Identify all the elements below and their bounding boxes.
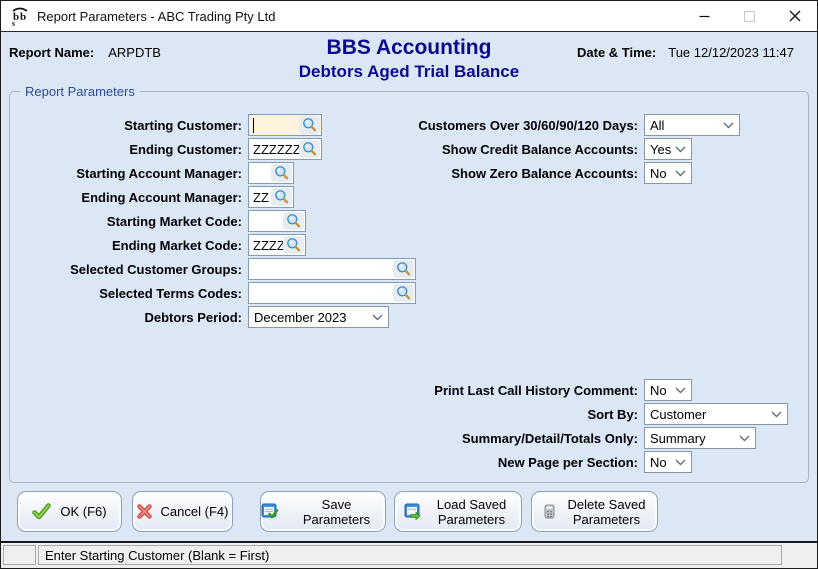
starting-market-code-search-icon[interactable] bbox=[283, 212, 304, 230]
ok-button[interactable]: OK (F6) bbox=[17, 491, 122, 532]
new-page-per-section-select[interactable]: No bbox=[644, 451, 692, 473]
debtors-period-label: Debtors Period: bbox=[144, 309, 242, 325]
datetime-label: Date & Time: bbox=[577, 45, 657, 60]
delete-icon bbox=[542, 503, 557, 520]
report-parameters-groupbox: Report Parameters Starting Customer: End… bbox=[9, 84, 809, 483]
show-zero-balance-select[interactable]: No bbox=[644, 162, 692, 184]
ending-account-manager-search-icon[interactable] bbox=[271, 188, 292, 206]
debtors-period-select[interactable]: December 2023 bbox=[248, 306, 389, 328]
show-credit-balance-label: Show Credit Balance Accounts: bbox=[442, 141, 638, 157]
sort-by-select[interactable]: Customer bbox=[644, 403, 788, 425]
delete-saved-parameters-button[interactable]: Delete Saved Parameters bbox=[531, 491, 658, 532]
svg-text:s: s bbox=[12, 19, 15, 27]
titlebar: b b s Report Parameters - ABC Trading Pt… bbox=[1, 1, 817, 32]
report-header: Report Name: ARPDTB BBS Accounting Debtor… bbox=[1, 33, 817, 91]
ending-market-code-search-icon[interactable] bbox=[283, 236, 304, 254]
selected-customer-groups-label: Selected Customer Groups: bbox=[70, 261, 242, 277]
datetime-value: Tue 12/12/2023 11:47 bbox=[668, 45, 795, 60]
customers-over-days-label: Customers Over 30/60/90/120 Days: bbox=[418, 117, 638, 133]
svg-text:b: b bbox=[20, 11, 26, 23]
summary-detail-totals-select[interactable]: Summary bbox=[644, 427, 756, 449]
minimize-button[interactable] bbox=[682, 1, 727, 31]
selected-terms-codes-input[interactable] bbox=[248, 282, 416, 304]
starting-customer-label: Starting Customer: bbox=[124, 117, 242, 133]
left-parameter-column: Starting Customer: Ending Customer: ZZZZ… bbox=[20, 113, 416, 329]
selected-terms-codes-label: Selected Terms Codes: bbox=[99, 285, 242, 301]
status-bar: Enter Starting Customer (Blank = First) bbox=[1, 541, 817, 568]
close-button[interactable] bbox=[772, 1, 817, 31]
groupbox-label: Report Parameters bbox=[20, 84, 140, 99]
page-title: Debtors Aged Trial Balance bbox=[298, 62, 520, 81]
print-last-call-history-label: Print Last Call History Comment: bbox=[434, 382, 638, 398]
save-icon bbox=[261, 503, 279, 520]
summary-detail-totals-label: Summary/Detail/Totals Only: bbox=[461, 430, 638, 446]
print-last-call-history-select[interactable]: No bbox=[644, 379, 692, 401]
selected-customer-groups-search-icon[interactable] bbox=[393, 260, 414, 278]
right-parameter-column-bottom: Print Last Call History Comment: No Sort… bbox=[416, 378, 788, 474]
starting-account-manager-input[interactable] bbox=[248, 162, 294, 184]
minimize-icon bbox=[699, 15, 710, 17]
selected-terms-codes-search-icon[interactable] bbox=[393, 284, 414, 302]
status-message: Enter Starting Customer (Blank = First) bbox=[38, 545, 782, 565]
right-parameter-column-top: Customers Over 30/60/90/120 Days: All Sh… bbox=[416, 113, 740, 185]
chevron-down-icon bbox=[719, 122, 734, 129]
ending-market-code-label: Ending Market Code: bbox=[111, 237, 242, 253]
starting-account-manager-search-icon[interactable] bbox=[271, 164, 292, 182]
chevron-down-icon bbox=[671, 146, 686, 153]
starting-market-code-input[interactable] bbox=[248, 210, 306, 232]
customers-over-days-select[interactable]: All bbox=[644, 114, 740, 136]
close-icon bbox=[789, 10, 800, 22]
button-bar: OK (F6) Cancel (F4) Save Parameters Load… bbox=[1, 489, 817, 535]
cancel-button[interactable]: Cancel (F4) bbox=[132, 491, 233, 532]
ending-customer-label: Ending Customer: bbox=[129, 141, 242, 157]
ending-market-code-input[interactable]: ZZZZ bbox=[248, 234, 306, 256]
show-zero-balance-label: Show Zero Balance Accounts: bbox=[451, 165, 638, 181]
status-left-panel bbox=[3, 545, 36, 565]
starting-market-code-label: Starting Market Code: bbox=[106, 213, 242, 229]
load-saved-parameters-button[interactable]: Load Saved Parameters bbox=[394, 491, 522, 532]
ending-account-manager-label: Ending Account Manager: bbox=[81, 189, 242, 205]
load-icon bbox=[404, 503, 422, 520]
datetime: Date & Time: Tue 12/12/2023 11:47 bbox=[577, 45, 807, 60]
x-icon bbox=[136, 504, 152, 519]
bbs-logo-icon: b b s bbox=[12, 7, 28, 27]
maximize-button[interactable] bbox=[727, 1, 772, 31]
save-parameters-button[interactable]: Save Parameters bbox=[260, 491, 386, 532]
new-page-per-section-label: New Page per Section: bbox=[497, 454, 638, 470]
starting-account-manager-label: Starting Account Manager: bbox=[76, 165, 242, 181]
ending-customer-search-icon[interactable] bbox=[299, 140, 320, 158]
window-title: Report Parameters - ABC Trading Pty Ltd bbox=[37, 8, 276, 24]
report-parameters-window: b b s Report Parameters - ABC Trading Pt… bbox=[0, 0, 818, 569]
chevron-down-icon bbox=[735, 435, 750, 442]
ending-account-manager-input[interactable]: ZZ bbox=[248, 186, 294, 208]
chevron-down-icon bbox=[671, 170, 686, 177]
chevron-down-icon bbox=[671, 387, 686, 394]
chevron-down-icon bbox=[671, 459, 686, 466]
ending-customer-input[interactable]: ZZZZZZ bbox=[248, 138, 322, 160]
starting-customer-input[interactable] bbox=[248, 114, 322, 136]
check-icon bbox=[32, 503, 52, 520]
selected-customer-groups-input[interactable] bbox=[248, 258, 416, 280]
sort-by-label: Sort By: bbox=[587, 406, 638, 422]
chevron-down-icon bbox=[767, 411, 782, 418]
text-cursor bbox=[253, 117, 254, 133]
maximize-icon bbox=[744, 10, 755, 22]
show-credit-balance-select[interactable]: Yes bbox=[644, 138, 692, 160]
starting-customer-search-icon[interactable] bbox=[299, 116, 320, 134]
chevron-down-icon bbox=[368, 314, 383, 321]
